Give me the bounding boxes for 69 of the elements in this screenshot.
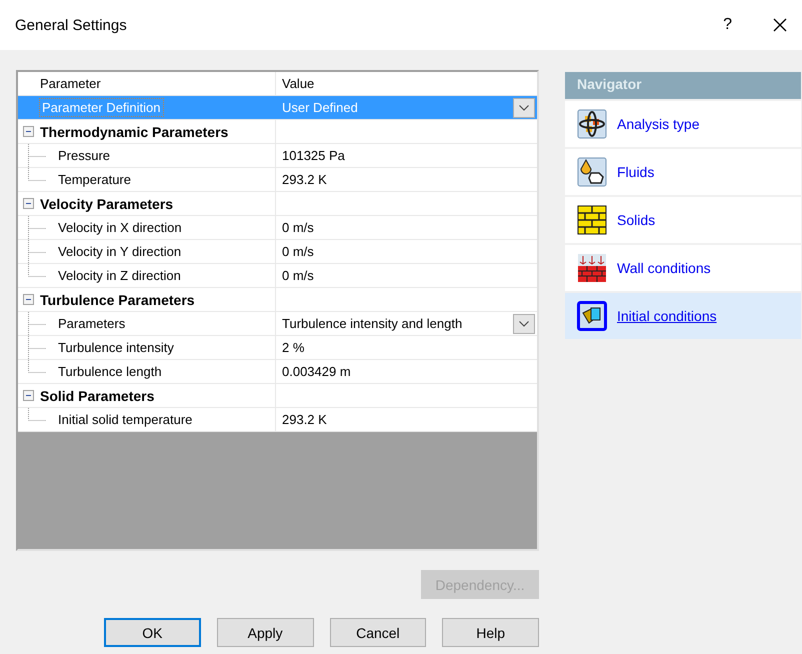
property-label: Pressure xyxy=(58,148,110,163)
caret-icon xyxy=(519,320,529,326)
property-value: 101325 Pa xyxy=(282,148,345,163)
atom-icon[interactable] xyxy=(577,109,607,139)
group-label: Velocity Parameters xyxy=(40,196,174,212)
dialog-button[interactable]: Cancel xyxy=(330,618,426,647)
tree-line xyxy=(28,408,46,421)
collapse-icon[interactable] xyxy=(23,390,34,401)
property-row[interactable]: Temperature 293.2 K xyxy=(18,168,537,192)
navigator-item[interactable]: Fluids xyxy=(565,149,801,195)
navigator-link[interactable]: Wall conditions xyxy=(617,260,711,276)
property-value: 293.2 K xyxy=(282,172,327,187)
property-row[interactable]: Velocity in Y direction 0 m/s xyxy=(18,240,537,264)
navigator-link[interactable]: Analysis type xyxy=(617,116,700,132)
window-title: General Settings xyxy=(15,16,128,34)
tree-line xyxy=(28,312,46,336)
droplet-icon[interactable] xyxy=(577,157,607,187)
navigator-link[interactable]: Fluids xyxy=(617,164,654,180)
property-row[interactable]: Turbulence length 0.003429 m xyxy=(18,360,537,384)
navigator-item[interactable]: Analysis type xyxy=(565,101,801,147)
dialog-button[interactable]: Help xyxy=(442,618,539,647)
collapse-icon[interactable] xyxy=(23,126,34,137)
property-label: Turbulence length xyxy=(58,364,162,379)
column-header: Parameter xyxy=(40,76,101,91)
property-label: Initial solid temperature xyxy=(58,412,192,427)
caret-icon xyxy=(519,104,529,110)
navigator-item[interactable]: Wall conditions xyxy=(565,245,801,291)
column-header: Value xyxy=(282,76,314,91)
property-value: 2 % xyxy=(282,340,304,355)
property-value: 0 m/s xyxy=(282,244,314,259)
tree-line xyxy=(28,216,46,240)
group-label: Thermodynamic Parameters xyxy=(40,124,228,140)
navigator-item[interactable]: Initial conditions xyxy=(565,293,801,339)
close-icon[interactable] xyxy=(772,17,788,33)
group-label: Solid Parameters xyxy=(40,388,154,404)
group-label: Turbulence Parameters xyxy=(40,292,195,308)
property-label: Turbulence intensity xyxy=(58,340,174,355)
collapse-icon[interactable] xyxy=(23,198,34,209)
property-label: Parameters xyxy=(58,316,126,331)
property-value: 0 m/s xyxy=(282,268,314,283)
dropdown-button[interactable] xyxy=(513,314,535,334)
property-row[interactable]: Initial solid temperature 293.2 K xyxy=(18,408,537,432)
property-row[interactable]: Turbulence intensity 2 % xyxy=(18,336,537,360)
property-value: User Defined xyxy=(282,100,358,115)
heated-wall-icon[interactable] xyxy=(577,253,607,283)
property-label: Temperature xyxy=(58,172,131,187)
help-button[interactable]: ? xyxy=(723,16,732,34)
navigator-item[interactable]: Solids xyxy=(565,197,801,243)
property-value: Turbulence intensity and length xyxy=(282,316,462,331)
property-label: Velocity in Y direction xyxy=(58,244,182,259)
property-row[interactable]: Pressure 101325 Pa xyxy=(18,144,537,168)
cube-icon[interactable] xyxy=(577,301,607,331)
dialog-button[interactable]: OK xyxy=(104,618,201,647)
property-value: 0 m/s xyxy=(282,220,314,235)
collapse-icon[interactable] xyxy=(23,294,34,305)
property-label: Velocity in Z direction xyxy=(58,268,181,283)
property-value: 293.2 K xyxy=(282,412,327,427)
dropdown-button[interactable] xyxy=(513,98,535,118)
navigator-link[interactable]: Solids xyxy=(617,212,656,228)
dialog-button[interactable]: Apply xyxy=(216,618,314,647)
property-row[interactable]: Velocity in Z direction 0 m/s xyxy=(18,264,537,288)
navigator-header: Navigator xyxy=(565,72,801,99)
brick-wall-icon[interactable] xyxy=(577,205,607,235)
navigator-link[interactable]: Initial conditions xyxy=(617,308,717,324)
property-label: Velocity in X direction xyxy=(58,220,182,235)
property-label: Parameter Definition xyxy=(40,99,162,116)
property-row[interactable]: Velocity in X direction 0 m/s xyxy=(18,216,537,240)
property-row[interactable]: Parameters Turbulence intensity and length xyxy=(18,312,537,336)
property-value: 0.003429 m xyxy=(282,364,351,379)
